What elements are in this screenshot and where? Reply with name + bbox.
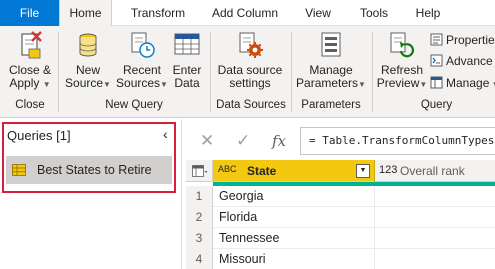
group-label-data-sources: Data Sources: [216, 99, 286, 111]
row-number: 4: [186, 249, 213, 269]
row-number: 2: [186, 207, 213, 228]
parameters-icon: [316, 30, 346, 60]
column-header-state[interactable]: ABC State ▼: [213, 160, 375, 182]
cell-overall-rank[interactable]: [375, 249, 495, 269]
column-header-label: State: [247, 164, 277, 178]
close-apply-button[interactable]: Close & Apply ▼: [6, 30, 54, 91]
text-type-icon[interactable]: ABC: [218, 164, 237, 178]
tab-add-column[interactable]: Add Column: [200, 0, 290, 26]
column-header-overall-rank[interactable]: 123 Overall rank: [375, 160, 495, 182]
column-header-label: Overall rank: [400, 164, 465, 178]
group-label-new-query: New Query: [105, 99, 163, 111]
properties-button[interactable]: Propertie: [430, 32, 495, 48]
manage-icon: [430, 76, 443, 89]
close-apply-icon: [15, 30, 45, 60]
recent-sources-button[interactable]: Recent Sources▼: [114, 30, 170, 91]
cell-state[interactable]: Florida: [213, 207, 375, 228]
ribbon-separator: [372, 32, 373, 112]
chevron-down-icon: ▼: [42, 80, 51, 89]
cell-overall-rank[interactable]: [375, 228, 495, 249]
chevron-down-icon: ▼: [358, 80, 366, 89]
manage-parameters-button[interactable]: Manage Parameters▼: [295, 30, 367, 91]
advanced-editor-icon: [430, 54, 443, 67]
properties-label: Propertie: [446, 33, 495, 47]
properties-icon: [430, 33, 443, 46]
recent-sources-label-2: Sources: [116, 76, 161, 90]
table-row[interactable]: 2 Florida: [186, 207, 495, 228]
advanced-editor-label: Advance: [446, 54, 493, 68]
tab-help[interactable]: Help: [408, 0, 448, 26]
tab-view[interactable]: View: [298, 0, 338, 26]
cell-overall-rank[interactable]: [375, 207, 495, 228]
table-row[interactable]: 4 Missouri: [186, 249, 495, 269]
chevron-down-icon: ▼: [103, 80, 111, 89]
tab-tools[interactable]: Tools: [352, 0, 396, 26]
data-source-settings-button[interactable]: Data source settings: [214, 30, 286, 90]
settings-gear-icon: [235, 30, 265, 60]
enter-data-button[interactable]: Enter Data: [170, 30, 204, 90]
chevron-down-icon: ▼: [160, 80, 168, 89]
close-apply-label-2: Apply: [9, 76, 40, 90]
collapse-chevron-icon[interactable]: ‹: [163, 126, 168, 142]
cell-state[interactable]: Tennessee: [213, 228, 375, 249]
manage-button[interactable]: Manage ▼: [430, 75, 495, 93]
cell-state[interactable]: Missouri: [213, 249, 375, 269]
row-number: 3: [186, 228, 213, 249]
fx-icon[interactable]: fx: [272, 132, 286, 150]
tab-file[interactable]: File: [0, 0, 59, 26]
table-icon: [12, 164, 26, 176]
cell-state[interactable]: Georgia: [213, 186, 375, 207]
data-source-settings-label-2: settings: [229, 76, 271, 90]
filter-dropdown-icon[interactable]: ▼: [356, 164, 370, 178]
ribbon-tab-bar: File Home Transform Add Column View Tool…: [0, 0, 495, 27]
table-row[interactable]: 3 Tennessee: [186, 228, 495, 249]
confirm-icon[interactable]: ✓: [236, 131, 250, 151]
refresh-preview-label-2: Preview: [376, 76, 420, 90]
formula-input[interactable]: = Table.TransformColumnTypes(: [300, 127, 495, 155]
refresh-icon: [387, 30, 417, 60]
data-grid: ABC State ▼ 123 Overall rank 1 Georgia 2…: [186, 160, 495, 269]
queries-header: Queries [1]: [7, 128, 71, 143]
group-label-close: Close: [15, 99, 45, 111]
enter-data-label-2: Data: [174, 76, 200, 90]
recent-sources-icon: [127, 30, 157, 60]
refresh-preview-button[interactable]: Refresh Preview▼: [376, 30, 428, 91]
database-icon: [73, 30, 103, 60]
manage-parameters-label-2: Parameters: [296, 76, 359, 90]
manage-label: Manage: [446, 76, 490, 90]
ribbon: Close & Apply ▼ Close New Source▼ Recent…: [0, 26, 495, 118]
cancel-icon[interactable]: ✕: [200, 131, 214, 151]
chevron-down-icon: ▼: [489, 80, 495, 89]
tab-home[interactable]: Home: [59, 0, 112, 27]
table-row[interactable]: 1 Georgia: [186, 186, 495, 207]
table-icon: [172, 30, 202, 60]
new-source-button[interactable]: New Source▼: [64, 30, 112, 91]
ribbon-separator: [291, 32, 292, 112]
group-label-parameters: Parameters: [301, 99, 361, 111]
tab-transform[interactable]: Transform: [118, 0, 198, 26]
advanced-editor-button[interactable]: Advance: [430, 53, 493, 69]
formula-bar: ✕ ✓ fx = Table.TransformColumnTypes(: [186, 127, 495, 155]
grid-corner[interactable]: [186, 160, 213, 182]
row-number: 1: [186, 186, 213, 207]
query-item-label: Best States to Retire: [37, 163, 152, 177]
ribbon-separator: [210, 32, 211, 112]
number-type-icon[interactable]: 123: [379, 164, 397, 176]
ribbon-separator: [58, 32, 59, 112]
table-menu-icon[interactable]: [192, 165, 208, 180]
chevron-down-icon: ▼: [419, 80, 428, 89]
query-item-best-states-to-retire[interactable]: Best States to Retire: [6, 156, 172, 184]
cell-overall-rank[interactable]: [375, 186, 495, 207]
new-source-label-2: Source: [65, 76, 104, 90]
group-label-query: Query: [420, 99, 453, 111]
